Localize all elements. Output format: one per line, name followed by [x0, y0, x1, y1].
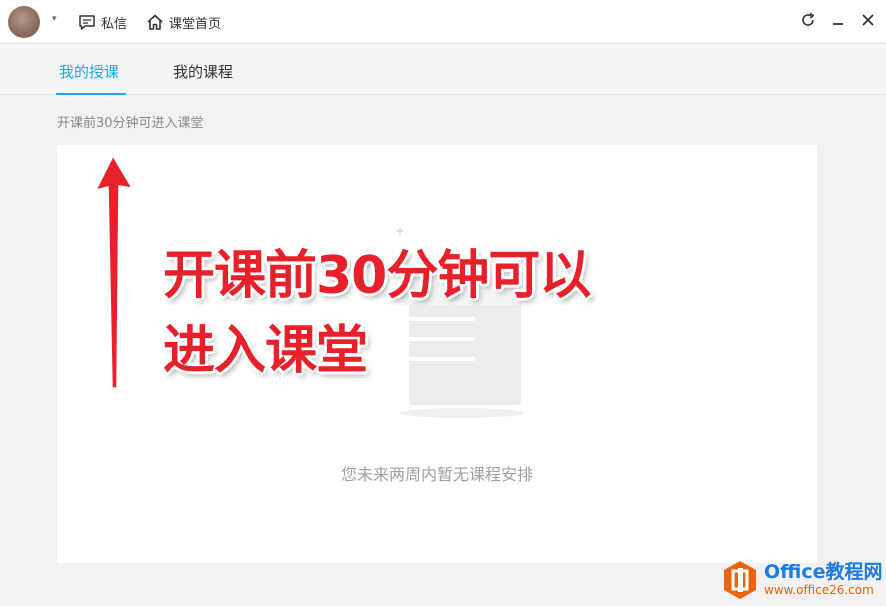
chevron-down-icon[interactable]: ▾	[52, 14, 57, 24]
minimize-button[interactable]	[828, 10, 848, 30]
avatar[interactable]	[8, 6, 40, 38]
message-label: 私信	[101, 16, 128, 32]
message-icon	[79, 15, 95, 30]
watermark-url: www.office26.com	[764, 582, 874, 597]
active-tab-indicator	[56, 93, 126, 95]
refresh-button[interactable]	[798, 10, 818, 30]
empty-state-text: 您未来两周内暂无课程安排	[340, 465, 533, 484]
minimize-icon	[833, 23, 843, 25]
office-logo-icon	[724, 561, 756, 599]
classroom-home-button[interactable]: 课堂首页	[146, 10, 221, 34]
annotation-line-1: 开课前30分钟可以	[163, 246, 591, 306]
classroom-home-label: 课堂首页	[169, 16, 222, 32]
tab-my-teaching[interactable]: 我的授课	[59, 61, 119, 82]
svg-text:+: +	[395, 225, 405, 238]
close-button[interactable]	[858, 10, 878, 30]
refresh-icon	[802, 12, 814, 26]
message-button[interactable]: 私信	[78, 10, 127, 34]
title-bar: ▾ 私信 课堂首页	[0, 0, 886, 44]
tab-bar: 我的授课 我的课程	[0, 44, 886, 95]
tab-my-courses[interactable]: 我的课程	[173, 61, 233, 82]
watermark: Office教程网 www.office26.com	[722, 554, 886, 606]
close-icon	[862, 14, 874, 26]
home-icon	[147, 14, 163, 30]
annotation-arrow	[94, 154, 134, 389]
entry-hint: 开课前30分钟可进入课堂	[57, 116, 204, 131]
annotation-line-2: 进入课堂	[163, 321, 368, 381]
watermark-title: Office教程网	[764, 560, 883, 583]
